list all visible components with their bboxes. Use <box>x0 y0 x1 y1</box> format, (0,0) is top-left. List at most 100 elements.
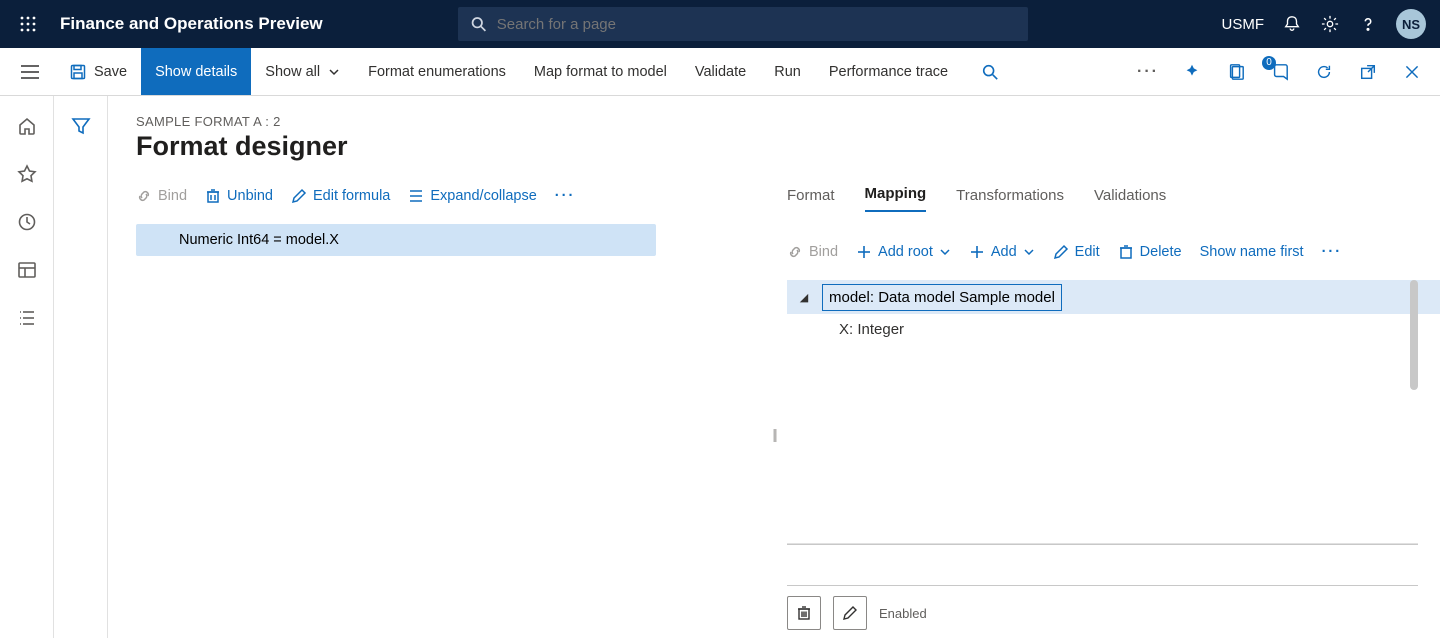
performance-trace-button[interactable]: Performance trace <box>815 48 962 95</box>
add-root-button[interactable]: Add root <box>856 244 951 260</box>
attach-icon[interactable] <box>1226 62 1246 82</box>
datasource-child-node[interactable]: X: Integer <box>787 314 1418 344</box>
pencil-icon <box>291 188 307 204</box>
format-node-label: Numeric Int64 = model.X <box>179 232 339 248</box>
filter-rail <box>54 96 108 638</box>
show-name-first-button[interactable]: Show name first <box>1200 244 1304 260</box>
app-launcher-icon[interactable] <box>8 0 48 48</box>
find-icon[interactable] <box>980 62 1000 82</box>
global-search-input[interactable] <box>497 16 1016 33</box>
save-icon <box>70 64 86 80</box>
bind-label: Bind <box>158 188 187 204</box>
breadcrumb: SAMPLE FORMAT A : 2 <box>136 114 1418 129</box>
perf-trace-label: Performance trace <box>829 64 948 80</box>
edit-label: Edit <box>1075 244 1100 260</box>
datasource-tree: ◢ model: Data model Sample model X: Inte… <box>787 280 1418 344</box>
tab-transformations-label: Transformations <box>956 187 1064 204</box>
enabled-label: Enabled <box>879 606 927 621</box>
popout-icon[interactable] <box>1358 62 1378 82</box>
mapping-bind-label: Bind <box>809 244 838 260</box>
property-delete-button[interactable] <box>787 596 821 630</box>
company-code[interactable]: USMF <box>1222 16 1265 33</box>
property-edit-button[interactable] <box>833 596 867 630</box>
main-area: SAMPLE FORMAT A : 2 Format designer Bind… <box>0 96 1440 638</box>
filter-icon[interactable] <box>71 116 91 136</box>
settings-gear-icon[interactable] <box>1320 14 1340 34</box>
unbind-label: Unbind <box>227 188 273 204</box>
plus-icon <box>856 244 872 260</box>
pencil-icon <box>1053 244 1069 260</box>
show-details-button[interactable]: Show details <box>141 48 251 95</box>
tab-validations[interactable]: Validations <box>1094 187 1166 212</box>
save-button[interactable]: Save <box>56 48 141 95</box>
copilot-icon[interactable] <box>1182 62 1202 82</box>
add-button[interactable]: Add <box>969 244 1035 260</box>
right-tabs: Format Mapping Transformations Validatio… <box>787 176 1418 212</box>
help-icon[interactable] <box>1358 14 1378 34</box>
format-enumerations-button[interactable]: Format enumerations <box>354 48 520 95</box>
vertical-scrollbar[interactable] <box>1410 280 1418 390</box>
edit-button[interactable]: Edit <box>1053 244 1100 260</box>
format-tree-pane: Bind Unbind Edit formula Expand/collapse <box>136 176 767 630</box>
left-toolbar-overflow[interactable]: ··· <box>555 188 576 204</box>
nav-rail <box>0 96 54 638</box>
splitter-grip[interactable]: || <box>772 426 775 442</box>
favorites-icon[interactable] <box>17 164 37 184</box>
datasource-root-node[interactable]: ◢ model: Data model Sample model <box>787 280 1440 314</box>
format-tree-node[interactable]: Numeric Int64 = model.X <box>136 224 656 256</box>
datasource-root-label: model: Data model Sample model <box>822 284 1062 311</box>
mapping-toolbar-overflow[interactable]: ··· <box>1322 244 1343 260</box>
mapping-toolbar: Bind Add root Add Edit <box>787 232 1418 272</box>
trash-icon <box>1118 244 1134 260</box>
mapping-bind-button[interactable]: Bind <box>787 244 838 260</box>
workspaces-icon[interactable] <box>17 260 37 280</box>
save-label: Save <box>94 64 127 80</box>
user-avatar[interactable]: NS <box>1396 9 1426 39</box>
recent-icon[interactable] <box>17 212 37 232</box>
run-button[interactable]: Run <box>760 48 815 95</box>
map-format-label: Map format to model <box>534 64 667 80</box>
property-area: Enabled <box>787 543 1418 630</box>
notifications-icon[interactable] <box>1282 14 1302 34</box>
unbind-button[interactable]: Unbind <box>205 188 273 204</box>
nav-toggle-icon[interactable] <box>4 65 56 79</box>
tab-format-label: Format <box>787 187 835 204</box>
refresh-icon[interactable] <box>1314 62 1334 82</box>
expand-collapse-button[interactable]: Expand/collapse <box>408 188 536 204</box>
bind-button[interactable]: Bind <box>136 188 187 204</box>
search-icon <box>470 15 487 33</box>
validate-button[interactable]: Validate <box>681 48 760 95</box>
delete-button[interactable]: Delete <box>1118 244 1182 260</box>
app-title: Finance and Operations Preview <box>60 14 323 34</box>
run-label: Run <box>774 64 801 80</box>
tab-validations-label: Validations <box>1094 187 1166 204</box>
action-pane: Save Show details Show all Format enumer… <box>0 48 1440 96</box>
tab-mapping[interactable]: Mapping <box>865 185 927 212</box>
delete-label: Delete <box>1140 244 1182 260</box>
edit-formula-button[interactable]: Edit formula <box>291 188 390 204</box>
map-format-button[interactable]: Map format to model <box>520 48 681 95</box>
collapse-toggle-icon[interactable]: ◢ <box>794 291 814 304</box>
home-icon[interactable] <box>17 116 37 136</box>
show-details-label: Show details <box>155 64 237 80</box>
show-all-button[interactable]: Show all <box>251 48 354 95</box>
edit-formula-label: Edit formula <box>313 188 390 204</box>
action-pane-right: ··· 0 <box>1138 62 1440 82</box>
content: SAMPLE FORMAT A : 2 Format designer Bind… <box>108 96 1440 638</box>
messages-icon[interactable]: 0 <box>1270 62 1290 82</box>
format-enum-label: Format enumerations <box>368 64 506 80</box>
add-root-label: Add root <box>878 244 933 260</box>
modules-icon[interactable] <box>17 308 37 328</box>
datasource-child-label: X: Integer <box>839 321 904 338</box>
tab-transformations[interactable]: Transformations <box>956 187 1064 212</box>
mapping-pane: Format Mapping Transformations Validatio… <box>787 176 1418 630</box>
chevron-down-icon <box>328 66 340 78</box>
close-icon[interactable] <box>1402 62 1422 82</box>
global-search[interactable] <box>458 7 1028 41</box>
global-header: Finance and Operations Preview USMF NS <box>0 0 1440 48</box>
tab-format[interactable]: Format <box>787 187 835 212</box>
add-label: Add <box>991 244 1017 260</box>
link-icon <box>136 188 152 204</box>
property-field[interactable] <box>787 544 1418 586</box>
overflow-icon[interactable]: ··· <box>1138 62 1158 82</box>
